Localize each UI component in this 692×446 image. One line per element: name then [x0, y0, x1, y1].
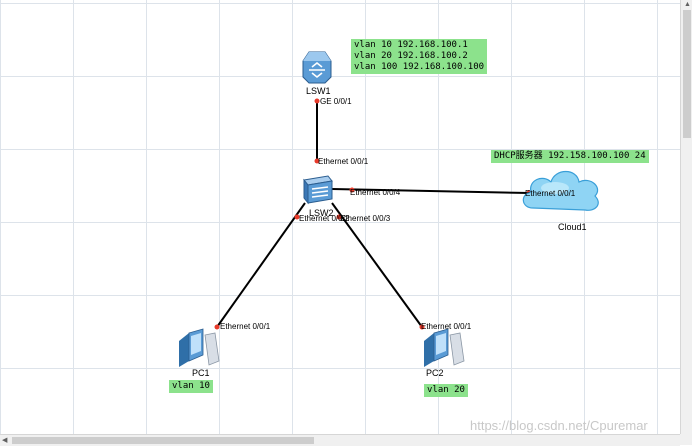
- note-line: vlan 100 192.168.100.100: [354, 62, 485, 72]
- lsw1-vlan-note[interactable]: vlan 10 192.168.100.1 vlan 20 192.168.10…: [351, 39, 488, 74]
- pc1-computer-icon[interactable]: [175, 327, 221, 367]
- scrollbar-corner: [680, 434, 692, 445]
- port-label-lsw2-e1: Ethernet 0/0/1: [318, 157, 369, 166]
- lsw1-switch-icon[interactable]: [301, 49, 333, 85]
- pc2-computer-icon[interactable]: [420, 327, 466, 367]
- pc2-name: PC2: [426, 368, 444, 378]
- lsw2-switch-icon[interactable]: [300, 172, 334, 206]
- pc2-vlan-note[interactable]: vlan 20: [424, 384, 468, 397]
- topology-canvas[interactable]: LSW1 LSW2 Cloud1 PC1 PC2 GE 0/0/1 Ethern…: [0, 0, 680, 434]
- scroll-left-arrow-icon[interactable]: ◀: [2, 437, 7, 444]
- watermark: https://blog.csdn.net/Cpuremar: [470, 418, 648, 433]
- note-line: vlan 20 192.168.100.2: [354, 51, 468, 61]
- scroll-up-arrow-icon[interactable]: ▲: [684, 1, 691, 8]
- note-line: vlan 10 192.168.100.1: [354, 40, 468, 50]
- pc1-name: PC1: [192, 368, 210, 378]
- horizontal-scrollbar[interactable]: ◀: [0, 434, 680, 446]
- link-lsw2-pc1[interactable]: [216, 202, 306, 328]
- port-label-pc2-e1: Ethernet 0/0/1: [421, 322, 472, 331]
- port-label-lsw2-e3: Ethernet 0/0/3: [340, 214, 391, 223]
- vertical-scroll-thumb[interactable]: [683, 10, 691, 138]
- cloud1-name: Cloud1: [558, 222, 587, 232]
- vertical-scrollbar[interactable]: ▲: [680, 0, 692, 434]
- port-label-lsw2-e4: Ethernet 0/0/4: [350, 188, 401, 197]
- port-label-lsw1-ge: GE 0/0/1: [320, 97, 352, 106]
- pc1-vlan-note[interactable]: vlan 10: [169, 380, 213, 393]
- port-dot: [314, 98, 320, 104]
- lsw1-name: LSW1: [306, 86, 331, 96]
- port-label-pc1-e1: Ethernet 0/0/1: [220, 322, 271, 331]
- horizontal-scroll-thumb[interactable]: [12, 437, 314, 444]
- dhcp-server-note[interactable]: DHCP服务器 192.158.100.100 24: [491, 150, 649, 163]
- port-label-cloud-e1: Ethernet 0/0/1: [525, 189, 576, 198]
